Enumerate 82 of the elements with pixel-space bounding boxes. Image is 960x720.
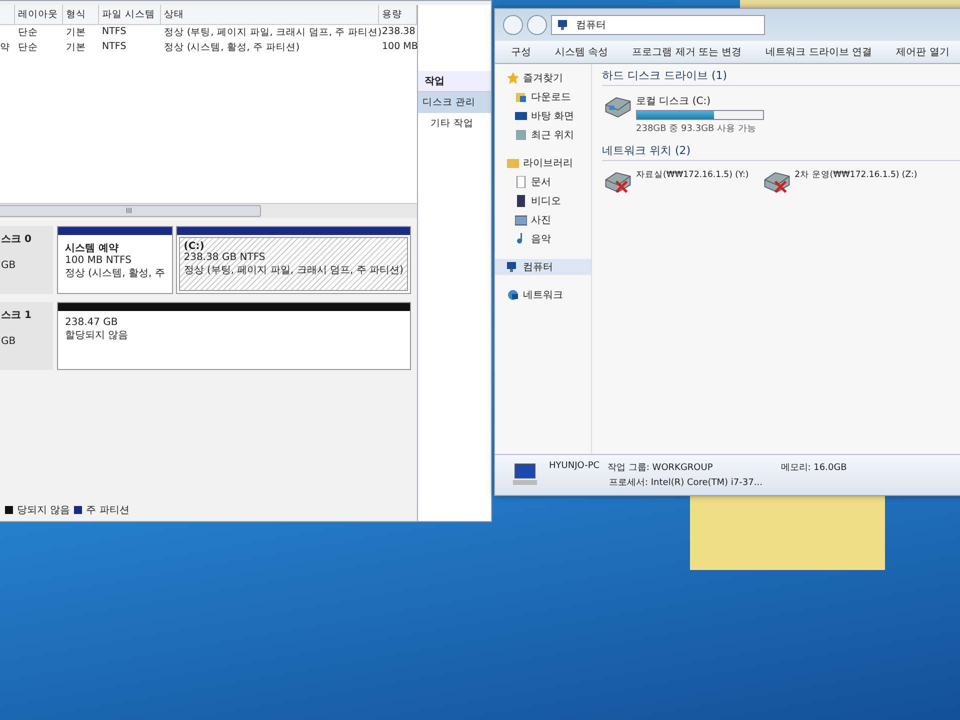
nav-pane-item[interactable]: 네트워크 [495,287,591,303]
nav-pane-item[interactable]: 라이브러리 [495,155,591,171]
toolbar-button[interactable]: 제어판 열기 [896,45,950,59]
partition-size: 238.38 GB NTFS [184,252,266,263]
table-cell-text: NTFS [101,40,128,54]
group-header[interactable]: 하드 디스크 드라이브 (1) [602,68,960,86]
group-header[interactable]: 네트워크 위치 (2) [602,143,960,161]
drive-item[interactable]: 2차 운영(₩₩172.16.1.5) (Z:) [762,169,918,194]
toolbar-button[interactable]: 프로그램 제거 또는 변경 [632,45,742,59]
workgroup-text: 작업 그룹: WORKGROUP [608,462,713,474]
free-space-text: 238GB 중 93.3GB 사용 가능 [636,123,757,135]
partition-block[interactable]: 238.47 GB 할당되지 않음 [57,302,412,370]
download-icon [515,91,527,103]
toolbar-button[interactable]: 구성 [511,45,531,59]
drive-name: 자료실(₩₩172.16.1.5) (Y:) [636,169,749,181]
column-header[interactable]: 파일 시스템 [99,5,161,24]
volume-row[interactable]: 단순 기본 NTFS 정상 (부팅, 페이지 파일, 크래시 덤프, 주 파티션)238.38 [0,25,418,40]
nav-pane-item[interactable]: 바탕 화면 [495,108,591,124]
partition-title: 시스템 예약 [65,242,120,255]
nav-pane-item[interactable]: 문서 [495,174,591,190]
processor-text: 프로세서: Intel(R) Core(TM) i7-37... [609,477,762,489]
computer-name: HYUNJO-PC [549,461,600,473]
disk-name: 스크 0 [1,233,32,246]
disk-size: GB [1,260,17,271]
table-cell-text: 단순 [17,26,39,40]
table-cell-text: 약 [0,41,11,55]
partition-title: (C:) [184,241,206,252]
column-header[interactable]: 레이아웃 [15,5,63,24]
nav-pane-item[interactable]: 비디오 [495,193,591,209]
library-icon [507,157,519,169]
memory-text: 메모리: 16.0GB [780,462,847,474]
document-icon [515,176,527,188]
toolbar-button[interactable]: 네트워크 드라이브 연결 [766,45,872,59]
partition-status: 할당되지 않음 [65,329,130,342]
forward-button[interactable] [527,15,547,35]
column-header[interactable]: 상태 [161,5,379,24]
column-header[interactable]: 용량 [379,5,417,24]
partition-block[interactable]: (C:) 238.38 GB NTFS 정상 (부팅, 페이지 파일, 크래시 덤프, 주 파티션) [176,226,412,294]
video-icon [515,195,527,207]
table-cell-text: 238.38 [381,25,416,39]
picture-icon [515,214,527,226]
drive-name: 2차 운영(₩₩172.16.1.5) (Z:) [794,169,918,181]
column-header[interactable]: 형식 [63,5,99,24]
actions-pane-title: 작업 [418,71,491,92]
partition-block[interactable]: 시스템 예약 100 MB NTFS 정상 (시스템, 활성, 주 [57,226,173,294]
back-button[interactable] [503,15,523,35]
desktop-icon [515,110,527,122]
partition-size: 238.47 GB [65,317,119,328]
drive-name: 로컬 디스크 (C:) [636,95,712,108]
toolbar-button[interactable]: 시스템 속성 [555,45,608,59]
computer-icon [507,261,519,273]
table-cell-text: 정상 (시스템, 활성, 주 파티션) [163,41,301,55]
table-cell-text: 기본 [65,41,87,55]
table-cell-text: 정상 (부팅, 페이지 파일, 크래시 덤프, 주 파티션) [163,26,379,40]
nav-pane-item[interactable]: 컴퓨터 [495,259,591,275]
nav-pane-item[interactable]: 사진 [495,212,591,228]
nav-pane-item[interactable]: 다운로드 [495,89,591,105]
disk-name: 스크 1 [1,309,32,322]
partition-status: 정상 (부팅, 페이지 파일, 크래시 덤프, 주 파티션) [184,264,404,277]
legend-label: 주 파티션 [86,504,130,517]
action-item[interactable]: 디스크 관리 [418,92,491,113]
table-cell-text: NTFS [101,25,128,39]
nav-pane-item[interactable]: 즐겨찾기 [495,70,591,86]
partition-size: 100 MB NTFS [65,255,132,266]
network-icon [507,289,519,301]
table-cell-text: 100 MB [381,40,417,54]
action-item[interactable]: 기타 작업 [418,113,491,134]
drive-item[interactable]: 로컬 디스크 (C:) 238GB 중 93.3GB 사용 가능 [604,94,764,135]
nav-pane-item[interactable]: 음악 [495,231,591,247]
star-icon [507,72,519,84]
address-bar[interactable]: 컴퓨터 [551,15,765,35]
table-cell-text: 단순 [17,41,39,55]
breadcrumb-item[interactable]: 컴퓨터 [576,18,606,32]
computer-icon [558,19,570,31]
partition-status: 정상 (시스템, 활성, 주 [65,267,165,280]
computer-icon [511,463,539,487]
volume-row[interactable]: 약 단순 기본 NTFS 정상 (시스템, 활성, 주 파티션) 100 MB [0,40,418,55]
legend-label: 당되지 않음 [17,504,70,517]
disk-size: GB [1,336,17,347]
table-cell-text: 기본 [65,26,87,40]
drive-item[interactable]: 자료실(₩₩172.16.1.5) (Y:) [604,169,749,194]
nav-pane-item[interactable]: 최근 위치 [495,127,591,143]
